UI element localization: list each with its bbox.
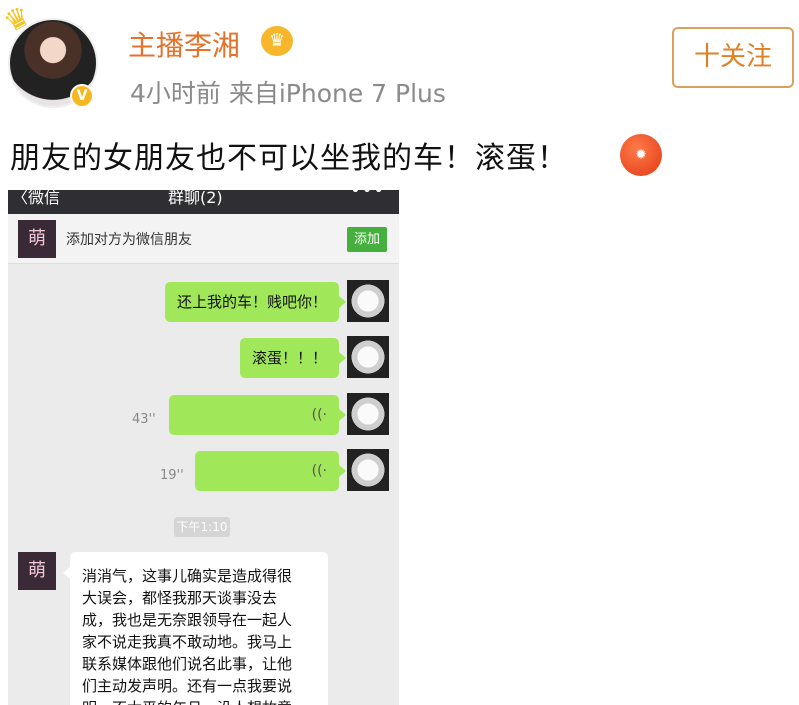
chat-message: 滚蛋！！！: [239, 338, 347, 378]
chat-timestamp: 下午1:10: [174, 517, 230, 537]
crown-badge-icon: ♛: [261, 26, 293, 56]
follow-button[interactable]: 十关注: [672, 27, 794, 88]
voice-wave-icon: ((·: [311, 407, 327, 423]
chat-title: 群聊(2): [168, 190, 223, 207]
reply-line: 家不说走我真不敢动地。我马上: [82, 633, 293, 651]
voice-message: ((·: [195, 451, 346, 491]
verified-badge: V: [70, 84, 94, 108]
add-friend-bar: 萌 添加对方为微信朋友 添加: [8, 214, 399, 264]
rose-avatar: [347, 280, 389, 322]
rose-avatar: [347, 449, 389, 491]
reply-message: 消消气，这事儿确实是造成得很 大误会，都怪我那天谈事没去 成，我也是无奈跟领导在…: [63, 552, 328, 705]
post-meta: 4小时前 来自iPhone 7 Plus: [130, 79, 446, 108]
friend-avatar: 萌: [18, 220, 56, 258]
reply-line: 消消气，这事儿确实是造成得很: [82, 567, 293, 585]
voice-wave-icon: ((·: [311, 463, 327, 479]
friend-avatar: 萌: [18, 552, 56, 590]
angry-face-icon: ✹: [620, 134, 662, 176]
rose-avatar: [347, 336, 389, 378]
back-button: 〈微信: [12, 190, 61, 207]
voice-duration: 43'': [132, 412, 156, 427]
post-text: 朋友的女朋友也不可以坐我的车！滚蛋！: [10, 141, 568, 176]
add-friend-button: 添加: [347, 227, 387, 252]
voice-message: ((·: [169, 395, 346, 435]
voice-duration: 19'': [160, 468, 184, 483]
more-dots-icon: •••: [350, 190, 385, 201]
add-friend-text: 添加对方为微信朋友: [66, 232, 192, 248]
reply-line: 们主动发声明。还有一点我要说: [82, 677, 293, 695]
reply-line: 明，不太平的年月，没人想故意: [82, 697, 316, 705]
embedded-screenshot: 〈微信 群聊(2) ••• 萌 添加对方为微信朋友 添加 还上我的车！贱吧你！ …: [8, 190, 399, 705]
rose-avatar: [347, 393, 389, 435]
username[interactable]: 主播李湘: [128, 24, 240, 64]
reply-line: 联系媒体跟他们说名此事，让他: [82, 655, 293, 673]
chat-message: 还上我的车！贱吧你！: [164, 282, 347, 322]
reply-line: 大误会，都怪我那天谈事没去: [82, 589, 278, 607]
weibo-post: ♛ V 主播李湘 ♛ 4小时前 来自iPhone 7 Plus 十关注 朋友的女…: [0, 0, 799, 705]
reply-line: 成，我也是无奈跟领导在一起人: [82, 611, 293, 629]
wechat-title-bar: 〈微信 群聊(2) •••: [8, 190, 399, 214]
